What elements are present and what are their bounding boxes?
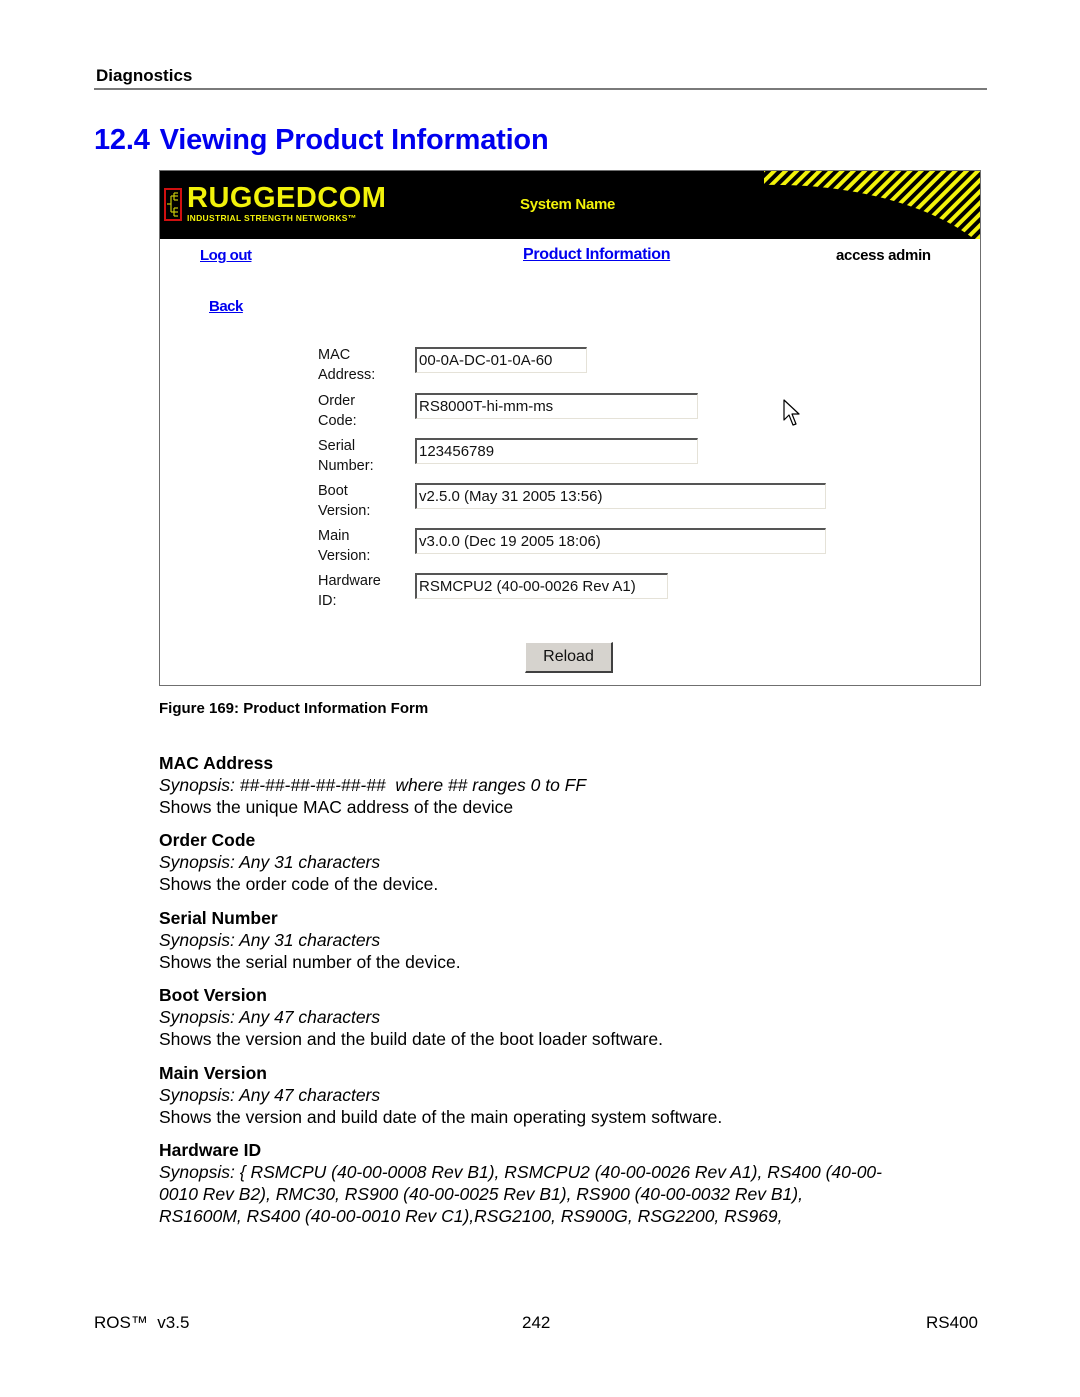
param-mac-address: MAC Address Synopsis: ##-##-##-##-##-## … <box>159 752 979 818</box>
field-label: Order Code: <box>318 393 357 429</box>
footer-model: RS400 <box>926 1313 978 1332</box>
field-label: MAC Address: <box>318 347 376 383</box>
field-hardware-id: Hardware ID: <box>318 571 958 615</box>
param-synopsis: Synopsis: Any 31 characters <box>159 852 381 872</box>
param-hardware-id: Hardware ID Synopsis: { RSMCPU (40-00-00… <box>159 1139 979 1227</box>
field-boot-version: Boot Version: <box>318 481 958 525</box>
field-main-version: Main Version: <box>318 526 958 570</box>
product-information-screenshot: RUGGEDCOM INDUSTRIAL STRENGTH NETWORKS™ … <box>159 170 981 686</box>
main-version-input[interactable] <box>415 528 826 554</box>
param-description: Shows the unique MAC address of the devi… <box>159 797 514 817</box>
field-label: Main Version: <box>318 528 371 564</box>
section-title: 12.4 Viewing Product Information <box>94 124 549 157</box>
param-synopsis: Synopsis: Any 47 characters <box>159 1007 381 1027</box>
ruggedcom-logo: RUGGEDCOM INDUSTRIAL STRENGTH NETWORKS™ <box>164 182 404 226</box>
param-synopsis-line: 0010 Rev B2), RMC30, RS900 (40-00-0025 R… <box>159 1184 803 1204</box>
field-label: Hardware ID: <box>318 573 381 609</box>
param-boot-version: Boot Version Synopsis: Any 47 characters… <box>159 984 979 1050</box>
logo-tagline: INDUSTRIAL STRENGTH NETWORKS™ <box>187 213 357 223</box>
reload-button[interactable]: Reload <box>525 642 613 673</box>
system-name: System Name <box>520 196 616 213</box>
param-synopsis: Synopsis: Any 31 characters <box>159 930 381 950</box>
section-title-text: Viewing Product Information <box>159 124 549 156</box>
hazard-stripes-decoration <box>764 171 980 239</box>
hardware-id-input[interactable] <box>415 573 668 599</box>
field-order-code: Order Code: <box>318 391 958 435</box>
param-synopsis: Synopsis: ##-##-##-##-##-## where ## ran… <box>159 775 587 795</box>
back-link[interactable]: Back <box>209 298 243 315</box>
logo-wordmark: RUGGEDCOM <box>187 182 387 214</box>
param-description: Shows the order code of the device. <box>159 874 439 894</box>
param-title: Order Code <box>159 830 256 850</box>
param-synopsis: Synopsis: Any 47 characters <box>159 1085 381 1105</box>
boot-version-input[interactable] <box>415 483 826 509</box>
product-information-link[interactable]: Product Information <box>523 246 670 264</box>
running-header-title: Diagnostics <box>96 66 193 85</box>
access-level-label: access admin <box>836 247 931 264</box>
field-label: Boot Version: <box>318 483 371 519</box>
field-serial-number: Serial Number: <box>318 436 958 480</box>
param-serial-number: Serial Number Synopsis: Any 31 character… <box>159 907 979 973</box>
param-description: Shows the version and build date of the … <box>159 1107 723 1127</box>
mouse-pointer-icon <box>783 399 800 426</box>
serial-number-input[interactable] <box>415 438 698 464</box>
footer-product-version: ROS™ v3.5 <box>94 1313 190 1332</box>
param-title: Serial Number <box>159 908 278 928</box>
param-description: Shows the version and the build date of … <box>159 1029 663 1049</box>
param-description: Shows the serial number of the device. <box>159 952 461 972</box>
ruggedcom-banner: RUGGEDCOM INDUSTRIAL STRENGTH NETWORKS™ … <box>160 171 980 239</box>
footer-page-number: 242 <box>522 1313 551 1332</box>
param-main-version: Main Version Synopsis: Any 47 characters… <box>159 1062 979 1128</box>
field-mac-address: MAC Address: <box>318 345 958 389</box>
param-title: MAC Address <box>159 753 274 773</box>
section-number: 12.4 <box>94 124 150 156</box>
param-synopsis-line: Synopsis: { RSMCPU (40-00-0008 Rev B1), … <box>159 1162 882 1182</box>
logout-link[interactable]: Log out <box>200 247 252 264</box>
field-label: Serial Number: <box>318 438 374 474</box>
param-title: Boot Version <box>159 985 267 1005</box>
param-title: Hardware ID <box>159 1140 262 1160</box>
order-code-input[interactable] <box>415 393 698 419</box>
network-tree-icon <box>164 188 182 221</box>
running-header: Diagnostics <box>94 64 987 90</box>
figure-caption: Figure 169: Product Information Form <box>159 700 429 717</box>
param-title: Main Version <box>159 1063 267 1083</box>
mac-address-input[interactable] <box>415 347 587 373</box>
param-synopsis-line: RS1600M, RS400 (40-00-0010 Rev C1),RSG21… <box>159 1206 783 1226</box>
param-order-code: Order Code Synopsis: Any 31 characters S… <box>159 829 979 895</box>
